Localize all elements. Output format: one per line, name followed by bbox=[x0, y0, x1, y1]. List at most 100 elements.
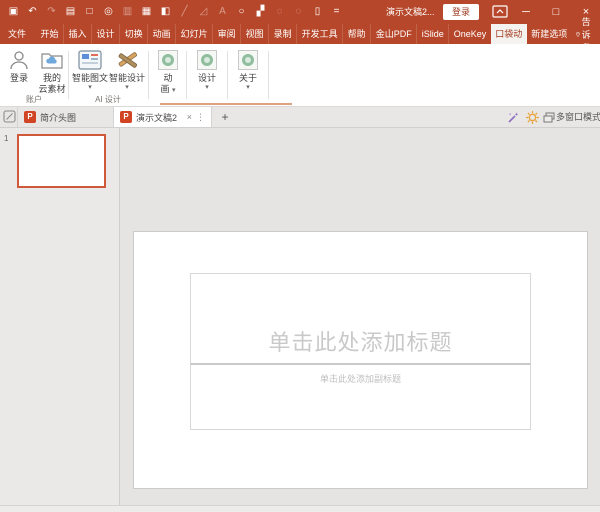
font-icon[interactable]: A bbox=[213, 0, 232, 24]
touch-mode-icon[interactable]: ◌ bbox=[270, 0, 289, 24]
tab-more-icon[interactable]: ⋮ bbox=[196, 112, 205, 123]
maximize-button[interactable]: □ bbox=[546, 0, 566, 24]
session-manager-icon[interactable] bbox=[3, 110, 16, 123]
group-label-ai-design: AI 设计 bbox=[70, 94, 146, 105]
tab-review[interactable]: 审阅 bbox=[213, 24, 241, 44]
smart-design-button[interactable]: 智能设计 ▾ bbox=[109, 47, 145, 92]
design-plugin-icon bbox=[191, 47, 223, 73]
multi-window-mode-label[interactable]: 多窗口模式 bbox=[556, 107, 600, 127]
tab-jinshan-pdf[interactable]: 金山PDF bbox=[371, 24, 417, 44]
smart-design-icon bbox=[109, 47, 145, 73]
tab-pocket-animation[interactable]: 口袋动 bbox=[491, 24, 527, 44]
tab-animations[interactable]: 动画 bbox=[148, 24, 176, 44]
document-tab-bar: P 简介头图 P 演示文稿2 × ⋮ + 多窗口模式 bbox=[0, 107, 600, 128]
settings-gear-icon[interactable] bbox=[526, 111, 539, 124]
pages-icon[interactable]: ▯ bbox=[308, 0, 327, 24]
fill-color-icon[interactable]: ◧ bbox=[156, 0, 175, 24]
smart-text-caret-icon: ▾ bbox=[72, 84, 108, 92]
animation-caret-icon: ▾ bbox=[172, 87, 176, 94]
tab-new-tab[interactable]: 新建选项 bbox=[527, 24, 572, 44]
ribbon-group-separator bbox=[227, 51, 228, 99]
smart-design-caret-icon: ▾ bbox=[109, 84, 145, 92]
ppt-file-icon: P bbox=[120, 111, 132, 123]
animation-label-2: 画 ▾ bbox=[153, 84, 183, 95]
window-title: 演示文稿2... bbox=[386, 0, 435, 24]
ribbon-tab-row: 文件 开始 插入 设计 切换 动画 幻灯片 审阅 视图 录制 开发工具 帮助 金… bbox=[0, 24, 600, 44]
animation-plugin-icon bbox=[153, 47, 183, 73]
minimize-button[interactable]: ─ bbox=[516, 0, 536, 24]
smart-text-button[interactable]: 智能图文 ▾ bbox=[72, 47, 108, 92]
new-document-icon[interactable]: □ bbox=[80, 0, 99, 24]
title-bar: ▣ ↶ ↷ ▤ □ ◎ ▥ ▦ ◧ ╱ ◿ A ○ ▞ ◌ ◌ ▯ = 演示文稿… bbox=[0, 0, 600, 24]
tab-onekey[interactable]: OneKey bbox=[449, 24, 491, 44]
location-pin-icon bbox=[576, 29, 580, 40]
smart-design-label: 智能设计 bbox=[109, 73, 145, 84]
title-placeholder[interactable]: 单击此处添加标题 bbox=[190, 273, 531, 364]
workspace: 1 单击此处添加标题 单击此处添加副标题 bbox=[0, 128, 600, 512]
mouse-mode-icon[interactable]: ◌ bbox=[289, 0, 308, 24]
ppt-file-icon: P bbox=[24, 111, 36, 123]
animation-menu-button[interactable]: 动 画 ▾ bbox=[153, 47, 183, 95]
my-cloud-assets-label-1: 我的 bbox=[36, 73, 68, 84]
print-preview-icon[interactable]: ◎ bbox=[99, 0, 118, 24]
powerpoint-window: ▣ ↶ ↷ ▤ □ ◎ ▥ ▦ ◧ ╱ ◿ A ○ ▞ ◌ ◌ ▯ = 演示文稿… bbox=[0, 0, 600, 512]
tab-transitions[interactable]: 切换 bbox=[120, 24, 148, 44]
tab-close-icon[interactable]: × bbox=[187, 112, 192, 122]
design-label: 设计 bbox=[191, 73, 223, 84]
subtitle-placeholder[interactable]: 单击此处添加副标题 bbox=[190, 363, 531, 430]
tab-developer[interactable]: 开发工具 bbox=[297, 24, 343, 44]
plugin-login-button[interactable]: 登录 bbox=[2, 47, 36, 84]
ribbon-group-separator bbox=[68, 51, 69, 99]
document-tab-active-label: 演示文稿2 bbox=[136, 111, 177, 124]
draw-pen-icon[interactable]: ╱ bbox=[175, 0, 194, 24]
login-person-icon bbox=[2, 47, 36, 73]
ribbon-group-separator bbox=[186, 51, 187, 99]
tab-file[interactable]: 文件 bbox=[0, 24, 34, 44]
magic-wand-icon[interactable] bbox=[507, 111, 520, 124]
design-caret-icon: ▾ bbox=[191, 84, 223, 92]
menu-icon[interactable]: = bbox=[327, 0, 346, 24]
document-tab-intro-label: 简介头图 bbox=[40, 111, 76, 124]
undo-icon[interactable]: ↶ bbox=[23, 0, 42, 24]
slide-canvas[interactable]: 单击此处添加标题 单击此处添加副标题 bbox=[133, 231, 588, 489]
smart-text-icon bbox=[72, 47, 108, 73]
about-label: 关于 bbox=[232, 73, 264, 84]
save-icon[interactable]: ▣ bbox=[4, 0, 23, 24]
about-plugin-icon bbox=[232, 47, 264, 73]
design-menu-button[interactable]: 设计 ▾ bbox=[191, 47, 223, 92]
ribbon-group-separator bbox=[268, 51, 269, 99]
tab-islide[interactable]: iSlide bbox=[417, 24, 449, 44]
quick-access-toolbar: ▣ ↶ ↷ ▤ □ ◎ ▥ ▦ ◧ ╱ ◿ A ○ ▞ ◌ ◌ ▯ = bbox=[4, 0, 346, 24]
print-icon[interactable]: ▤ bbox=[61, 0, 80, 24]
smart-text-label: 智能图文 bbox=[72, 73, 108, 84]
redo-icon[interactable]: ↷ bbox=[42, 0, 61, 24]
document-tab-intro[interactable]: P 简介头图 bbox=[17, 107, 114, 127]
ribbon-display-options-icon[interactable] bbox=[492, 5, 508, 19]
slide-thumbnail-panel: 1 bbox=[0, 128, 120, 505]
table-icon[interactable]: ▦ bbox=[137, 0, 156, 24]
my-cloud-assets-button[interactable]: 我的 云素材 bbox=[36, 47, 68, 95]
tab-slideshow[interactable]: 幻灯片 bbox=[176, 24, 213, 44]
ribbon-content: 登录 我的 云素材 账户 智能图文 ▾ 智能设计 ▾ AI 设计 bbox=[0, 44, 600, 107]
login-button[interactable]: 登录 bbox=[443, 4, 479, 20]
tell-me-tab[interactable]: 告诉我 bbox=[572, 24, 599, 44]
tab-insert[interactable]: 插入 bbox=[64, 24, 92, 44]
layout-icon[interactable]: ▞ bbox=[251, 0, 270, 24]
multi-window-icon[interactable] bbox=[543, 112, 555, 123]
tab-design[interactable]: 设计 bbox=[92, 24, 120, 44]
about-caret-icon: ▾ bbox=[232, 84, 264, 92]
tab-view[interactable]: 视图 bbox=[241, 24, 269, 44]
slide-thumbnail[interactable] bbox=[17, 134, 106, 188]
document-tab-active[interactable]: P 演示文稿2 × ⋮ bbox=[114, 107, 212, 127]
tab-help[interactable]: 帮助 bbox=[343, 24, 371, 44]
new-document-tab-button[interactable]: + bbox=[217, 107, 233, 127]
oval-shape-icon[interactable]: ○ bbox=[232, 0, 251, 24]
slideshow-icon[interactable]: ▥ bbox=[118, 0, 137, 24]
shape-icon[interactable]: ◿ bbox=[194, 0, 213, 24]
tab-record[interactable]: 录制 bbox=[269, 24, 297, 44]
cloud-folder-icon bbox=[36, 47, 68, 73]
slide-number: 1 bbox=[4, 134, 8, 143]
tab-home[interactable]: 开始 bbox=[36, 24, 64, 44]
about-menu-button[interactable]: 关于 ▾ bbox=[232, 47, 264, 92]
status-bar-edge bbox=[0, 505, 600, 512]
